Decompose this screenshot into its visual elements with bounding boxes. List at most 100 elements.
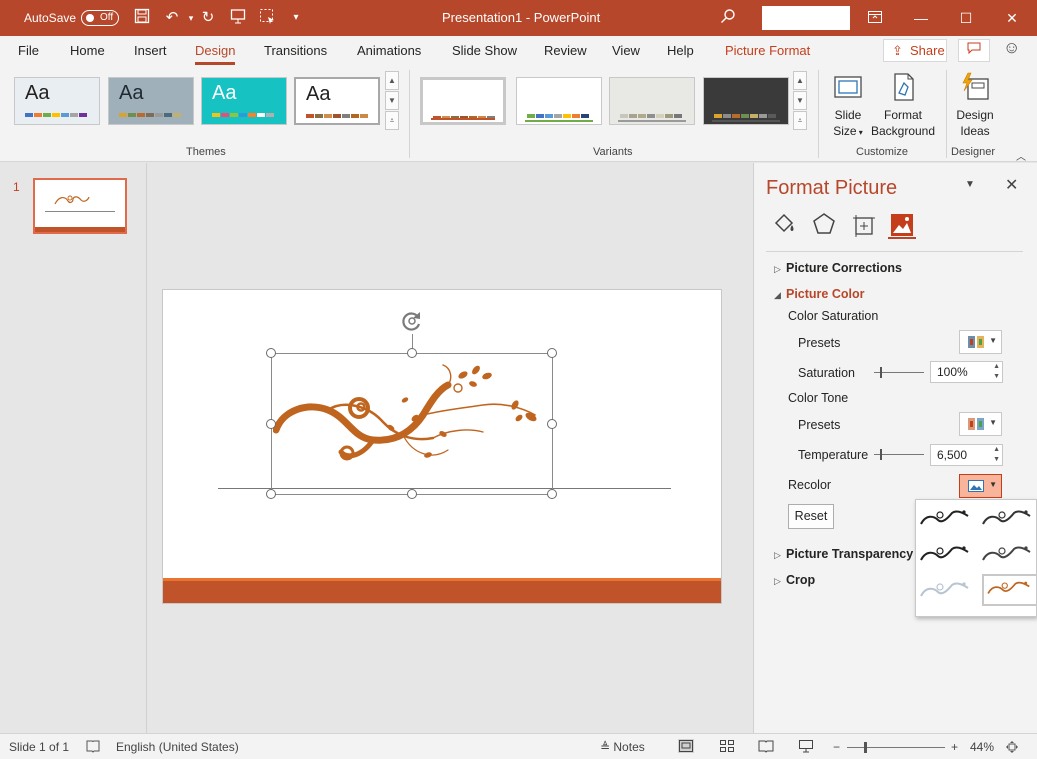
gallery-up-icon[interactable]: ▲: [385, 71, 399, 90]
selection-icon[interactable]: [257, 8, 277, 28]
section-picture-color[interactable]: ◢ Picture Color: [774, 287, 865, 301]
gallery-up-icon[interactable]: ▲: [793, 71, 807, 90]
tab-review[interactable]: Review: [544, 43, 587, 58]
variant-thumbnail[interactable]: [703, 77, 789, 125]
temperature-spinner[interactable]: 6,500 ▲ ▼: [930, 444, 1003, 466]
autosave-toggle[interactable]: Off: [81, 10, 119, 26]
reset-button[interactable]: Reset: [788, 504, 834, 529]
tab-transitions[interactable]: Transitions: [264, 43, 327, 58]
zoom-slider-thumb[interactable]: [864, 742, 867, 753]
reading-view-icon[interactable]: [758, 739, 774, 753]
resize-handle-top-right[interactable]: [547, 348, 557, 358]
close-window-icon[interactable]: ✕: [1000, 6, 1024, 30]
tab-picture-format[interactable]: Picture Format: [725, 43, 810, 58]
save-icon[interactable]: [132, 8, 152, 28]
zoom-out-icon[interactable]: −: [833, 740, 840, 754]
recolor-option-thumbnail-selected[interactable]: [982, 574, 1037, 606]
search-icon[interactable]: [718, 8, 738, 28]
resize-handle-bottom-left[interactable]: [266, 489, 276, 499]
account-box[interactable]: [762, 6, 850, 30]
fit-to-window-icon[interactable]: [1005, 740, 1019, 757]
effects-tab-icon[interactable]: [810, 211, 838, 239]
resize-handle-right[interactable]: [547, 419, 557, 429]
temperature-slider[interactable]: [874, 449, 924, 460]
customize-qat-icon[interactable]: ▾: [286, 8, 306, 28]
theme-thumbnail[interactable]: Aa: [14, 77, 100, 125]
recolor-option-thumbnail[interactable]: [980, 504, 1036, 536]
theme-thumbnail[interactable]: Aa: [201, 77, 287, 125]
notes-button[interactable]: ≜ Notes: [600, 740, 645, 754]
theme-thumbnail-selected[interactable]: Aa: [294, 77, 380, 125]
tab-slide-show[interactable]: Slide Show: [452, 43, 517, 58]
comments-button[interactable]: [958, 39, 990, 62]
recolor-option-thumbnail[interactable]: [918, 504, 974, 536]
rotate-handle-icon[interactable]: [399, 308, 425, 334]
resize-handle-bottom[interactable]: [407, 489, 417, 499]
size-properties-tab-icon[interactable]: [850, 211, 878, 239]
resize-handle-left[interactable]: [266, 419, 276, 429]
variant-thumbnail[interactable]: [516, 77, 602, 125]
tab-home[interactable]: Home: [70, 43, 105, 58]
design-ideas-button[interactable]: Design Ideas: [954, 71, 996, 139]
resize-handle-top-left[interactable]: [266, 348, 276, 358]
spinner-arrows-icon[interactable]: ▲ ▼: [993, 362, 1000, 382]
gallery-more-icon[interactable]: ⩡: [793, 111, 807, 130]
slide-sorter-view-icon[interactable]: [719, 739, 735, 753]
section-crop[interactable]: ▷ Crop: [774, 573, 815, 587]
recolor-option-thumbnail[interactable]: [980, 540, 1036, 572]
normal-view-icon[interactable]: [678, 739, 694, 753]
recolor-option-thumbnail[interactable]: [918, 576, 974, 608]
tab-file[interactable]: File: [18, 43, 39, 58]
fill-line-tab-icon[interactable]: [770, 211, 798, 239]
zoom-in-icon[interactable]: +: [951, 740, 958, 754]
share-button[interactable]: ⇪ Share: [883, 39, 947, 62]
zoom-level[interactable]: 44%: [970, 740, 994, 754]
maximize-icon[interactable]: ☐: [954, 6, 978, 30]
color-swatch: [230, 113, 238, 117]
pane-options-icon[interactable]: ▼: [965, 179, 975, 190]
tab-help[interactable]: Help: [667, 43, 694, 58]
ribbon-display-icon[interactable]: [863, 6, 887, 30]
saturation-presets-dropdown[interactable]: ▼: [959, 330, 1002, 354]
tab-design[interactable]: Design: [195, 43, 236, 65]
resize-handle-bottom-right[interactable]: [547, 489, 557, 499]
zoom-slider[interactable]: [847, 747, 945, 748]
collapse-ribbon-icon[interactable]: ︿: [1016, 148, 1026, 163]
section-picture-transparency[interactable]: ▷ Picture Transparency: [774, 547, 913, 561]
redo-icon[interactable]: ↻: [198, 8, 218, 28]
slideshow-view-icon[interactable]: [798, 739, 814, 753]
feedback-smiley-icon[interactable]: ☺: [1003, 38, 1020, 58]
tab-insert[interactable]: Insert: [134, 43, 167, 58]
resize-handle-top[interactable]: [407, 348, 417, 358]
recolor-gallery: [915, 499, 1037, 617]
saturation-spinner[interactable]: 100% ▲ ▼: [930, 361, 1003, 383]
theme-color-swatches: [119, 113, 181, 117]
gallery-more-icon[interactable]: ⩡: [385, 111, 399, 130]
close-pane-icon[interactable]: ✕: [1005, 175, 1018, 195]
slide-thumbnail-pane: 1: [0, 163, 147, 733]
gallery-down-icon[interactable]: ▼: [385, 91, 399, 110]
tab-view[interactable]: View: [612, 43, 640, 58]
slide[interactable]: [162, 289, 722, 604]
format-background-button[interactable]: Format Background: [868, 71, 938, 139]
notes-book-icon[interactable]: [86, 740, 100, 756]
variant-thumbnail[interactable]: [609, 77, 695, 125]
theme-thumbnail[interactable]: Aa: [108, 77, 194, 125]
recolor-dropdown[interactable]: ▼: [959, 474, 1002, 498]
undo-icon[interactable]: ↶: [162, 8, 182, 28]
slide-thumbnail[interactable]: [33, 178, 127, 234]
spinner-arrows-icon[interactable]: ▲ ▼: [993, 445, 1000, 465]
picture-tab-icon[interactable]: [888, 211, 916, 239]
saturation-slider[interactable]: [874, 367, 924, 378]
minimize-icon[interactable]: —: [909, 6, 933, 30]
tab-animations[interactable]: Animations: [357, 43, 421, 58]
recolor-option-thumbnail[interactable]: [918, 540, 974, 572]
slide-size-button[interactable]: Slide Size ▾: [828, 71, 868, 141]
tone-presets-dropdown[interactable]: ▼: [959, 412, 1002, 436]
variant-thumbnail-selected[interactable]: [420, 77, 506, 125]
section-picture-corrections[interactable]: ▷ Picture Corrections: [774, 261, 902, 275]
gallery-down-icon[interactable]: ▼: [793, 91, 807, 110]
language-indicator[interactable]: English (United States): [116, 740, 239, 754]
present-icon[interactable]: [228, 8, 248, 28]
theme-color-swatches: [306, 114, 368, 118]
